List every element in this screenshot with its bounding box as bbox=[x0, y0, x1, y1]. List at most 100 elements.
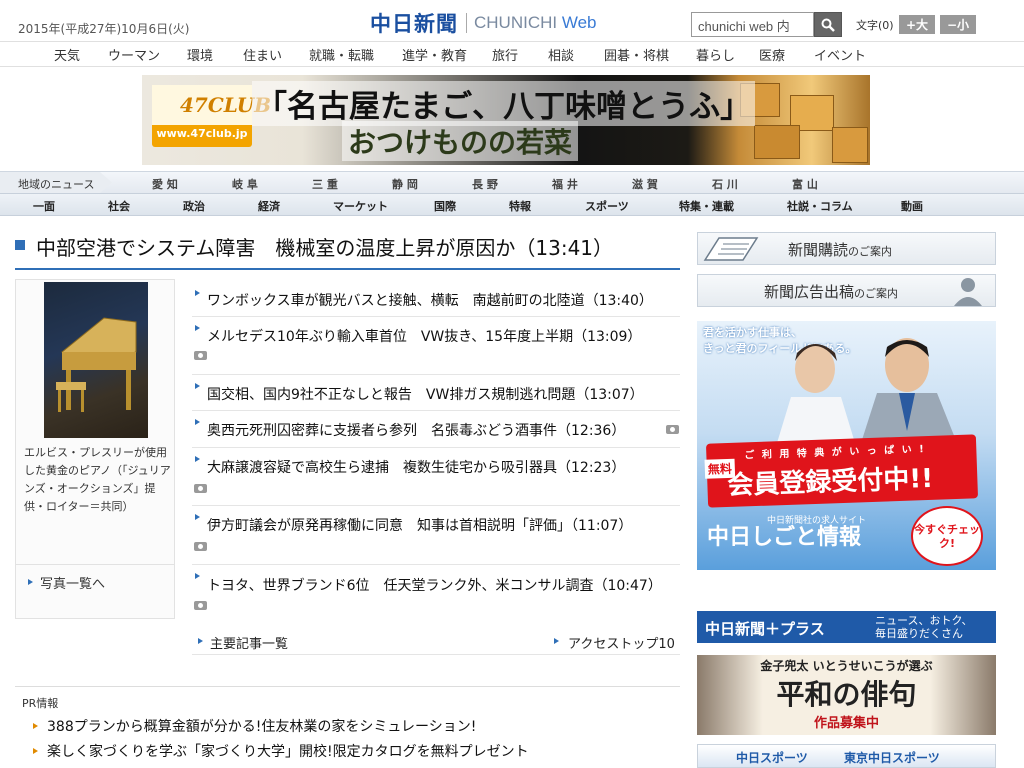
category-nav: 一面 社会 政治 経済 マーケット 国際 特報 スポーツ 特集・連載 社説・コラ… bbox=[0, 193, 1024, 216]
category-item[interactable]: 社説・コラム bbox=[787, 198, 853, 214]
tokyo-chunichi-sports-logo[interactable]: 東京中日スポーツ bbox=[844, 749, 940, 766]
plus-tagline: ニュース、おトク、 毎日盛りだくさん bbox=[875, 614, 973, 640]
registration-text: 会員登録受付中!! bbox=[726, 463, 934, 501]
nav-item[interactable]: 相談 bbox=[548, 45, 574, 64]
news-item[interactable]: 奥西元死刑囚密葬に支援者ら参列 名張毒ぶどう酒事件（12:36） bbox=[192, 411, 680, 448]
font-size-label: 文字(0) bbox=[856, 19, 894, 32]
region-item[interactable]: 石 川 bbox=[712, 176, 738, 192]
date-label: 2015年(平成27年)10月6日(火) bbox=[18, 22, 190, 36]
peace-haiku-banner[interactable]: 金子兜太 いとうせいこうが選ぶ 平和の俳句 作品募集中 bbox=[697, 655, 996, 735]
haiku-cta: 作品募集中 bbox=[813, 716, 879, 731]
pr-section: PR情報 388プランから概算金額が分かる!住友林業の家をシミュレーション! 楽… bbox=[15, 686, 680, 760]
region-item[interactable]: 福 井 bbox=[552, 176, 578, 192]
category-item[interactable]: 一面 bbox=[33, 198, 55, 214]
pr-item[interactable]: 楽しく家づくりを学ぶ「家づくり大学」開校!限定カタログを無料プレゼント bbox=[47, 741, 529, 761]
region-nav: 地域のニュース 愛 知 岐 阜 三 重 静 岡 長 野 福 井 滋 賀 石 川 … bbox=[0, 171, 1024, 193]
haiku-selectors: 金子兜太 いとうせいこうが選ぶ bbox=[760, 659, 933, 673]
banner-subtitle: おつけものの若菜 bbox=[342, 121, 579, 161]
person-icon bbox=[954, 278, 982, 306]
photo-list-link[interactable]: 写真一覧へ bbox=[16, 564, 174, 598]
category-item[interactable]: 動画 bbox=[901, 198, 923, 214]
nav-item[interactable]: 囲碁・将棋 bbox=[604, 45, 669, 64]
headline-marker-icon bbox=[15, 240, 25, 250]
category-item[interactable]: 特報 bbox=[509, 198, 531, 214]
access-top10-link[interactable]: アクセストップ10 bbox=[568, 633, 675, 652]
banner-url: www.47club.jp bbox=[156, 127, 248, 140]
arrow-icon bbox=[554, 638, 559, 644]
arrow-icon bbox=[195, 456, 200, 462]
region-item[interactable]: 岐 阜 bbox=[232, 176, 258, 192]
news-item[interactable]: ワンボックス車が観光バスと接触、横転 南越前町の北陸道（13:40） bbox=[192, 282, 680, 317]
font-smaller-button[interactable]: −小 bbox=[940, 15, 976, 34]
arrow-icon bbox=[33, 748, 38, 754]
chunichi-sports-logo[interactable]: 中日スポーツ bbox=[736, 749, 808, 766]
camera-icon bbox=[194, 351, 207, 360]
region-item[interactable]: 長 野 bbox=[472, 176, 498, 192]
nav-item[interactable]: 進学・教育 bbox=[402, 45, 467, 64]
arrow-icon bbox=[195, 419, 200, 425]
nav-item[interactable]: 医療 bbox=[759, 45, 785, 64]
top-story[interactable]: 中部空港でシステム障害 機械室の温度上昇が原因か（13:41） bbox=[15, 232, 680, 270]
pr-heading: PR情報 bbox=[22, 697, 59, 710]
nav-item[interactable]: 暮らし bbox=[696, 45, 735, 64]
region-item[interactable]: 静 岡 bbox=[392, 176, 418, 192]
region-item[interactable]: 富 山 bbox=[792, 176, 818, 192]
camera-icon bbox=[666, 425, 679, 434]
news-footer: 主要記事一覧 アクセストップ10 bbox=[192, 627, 680, 655]
chunichi-plus-banner[interactable]: 中日新聞＋プラス ニュース、おトク、 毎日盛りだくさん bbox=[697, 611, 996, 643]
nav-item[interactable]: 天気 bbox=[54, 45, 80, 64]
category-item[interactable]: 国際 bbox=[434, 198, 456, 214]
site-header: 2015年(平成27年)10月6日(火) 中日新聞 CHUNICHI Web c… bbox=[0, 0, 1024, 40]
pr-item[interactable]: 388プランから概算金額が分かる!住友林業の家をシミュレーション! bbox=[47, 716, 476, 736]
banner-ad[interactable]: 47CLUB www.47club.jp 「名古屋たまご、八丁味噌とうふ」 おつ… bbox=[142, 75, 870, 165]
news-item[interactable]: 国交相、国内9社不正なしと報告 VW排ガス規制逃れ問題（13:07） bbox=[192, 375, 680, 411]
global-nav: 天気 ウーマン 環境 住まい 就職・転職 進学・教育 旅行 相談 囲碁・将棋 暮… bbox=[0, 41, 1024, 67]
search-button[interactable] bbox=[814, 12, 842, 37]
site-logo[interactable]: 中日新聞 CHUNICHI Web bbox=[370, 10, 597, 36]
news-item[interactable]: 大麻譲渡容疑で高校生ら逮捕 複数生徒宅から吸引器具（12:23） bbox=[192, 448, 680, 506]
news-item[interactable]: 伊方町議会が原発再稼働に同意 知事は首相説明「評価」（11:07） bbox=[192, 506, 680, 565]
nav-item[interactable]: 就職・転職 bbox=[309, 45, 374, 64]
nav-item[interactable]: イベント bbox=[814, 45, 866, 64]
people-illustration bbox=[777, 338, 957, 443]
region-item[interactable]: 滋 賀 bbox=[632, 176, 658, 192]
category-item[interactable]: 特集・連載 bbox=[679, 198, 734, 214]
sports-banner[interactable]: 中日スポーツ 東京中日スポーツ bbox=[697, 744, 996, 768]
region-item[interactable]: 三 重 bbox=[312, 176, 338, 192]
category-item[interactable]: 経済 bbox=[258, 198, 280, 214]
nav-item[interactable]: ウーマン bbox=[108, 45, 160, 64]
arrow-icon bbox=[33, 723, 38, 729]
top-story-title[interactable]: 中部空港でシステム障害 機械室の温度上昇が原因か（13:41） bbox=[36, 232, 613, 261]
piano-photo[interactable] bbox=[44, 282, 148, 438]
search-input[interactable]: chunichi web 内 bbox=[691, 12, 814, 37]
news-item[interactable]: トヨタ、世界ブランド6位 任天堂ランク外、米コンサル調査（10:47） bbox=[192, 565, 680, 625]
photo-box: エルビス・プレスリーが使用した黄金のピアノ（「ジュリアンズ・オークションズ」提供… bbox=[15, 279, 175, 619]
advertise-button[interactable]: 新聞広告出稿のご案内 bbox=[697, 274, 996, 307]
47club-logo: 47CLUB www.47club.jp bbox=[152, 85, 271, 147]
all-articles-link[interactable]: 主要記事一覧 bbox=[210, 633, 288, 652]
camera-icon bbox=[194, 601, 207, 610]
subscribe-label: 新聞購読 bbox=[788, 241, 849, 259]
subscribe-button[interactable]: 新聞購読のご案内 bbox=[697, 232, 996, 265]
category-item[interactable]: スポーツ bbox=[585, 198, 629, 214]
search-icon bbox=[821, 18, 835, 32]
photo-caption: エルビス・プレスリーが使用した黄金のピアノ（「ジュリアンズ・オークションズ」提供… bbox=[24, 446, 171, 513]
camera-icon bbox=[194, 542, 207, 551]
category-item[interactable]: マーケット bbox=[333, 198, 388, 214]
job-site-logo: 中日しごと情報 bbox=[707, 525, 862, 550]
category-item[interactable]: 社会 bbox=[108, 198, 130, 214]
region-nav-label: 地域のニュース bbox=[0, 172, 112, 193]
job-ad[interactable]: 君を活かす仕事は、 きっと君のフィールドにある。 無料 ご 利 用 特 典 が い… bbox=[697, 321, 996, 570]
registration-banner[interactable]: 無料 ご 利 用 特 典 が い っ ぱ い ! 会員登録受付中!! bbox=[704, 434, 979, 508]
news-item[interactable]: メルセデス10年ぶり輸入車首位 VW抜き、15年度上半期（13:09） bbox=[192, 317, 680, 375]
font-larger-button[interactable]: +大 bbox=[899, 15, 935, 34]
nav-item[interactable]: 住まい bbox=[243, 45, 282, 64]
check-now-button[interactable]: 今すぐチェック! bbox=[911, 506, 983, 566]
region-item[interactable]: 愛 知 bbox=[152, 176, 178, 192]
camera-icon bbox=[194, 484, 207, 493]
newspaper-icon bbox=[703, 237, 759, 261]
advertise-label: 新聞広告出稿 bbox=[764, 283, 855, 301]
nav-item[interactable]: 旅行 bbox=[492, 45, 518, 64]
category-item[interactable]: 政治 bbox=[183, 198, 205, 214]
nav-item[interactable]: 環境 bbox=[187, 45, 213, 64]
